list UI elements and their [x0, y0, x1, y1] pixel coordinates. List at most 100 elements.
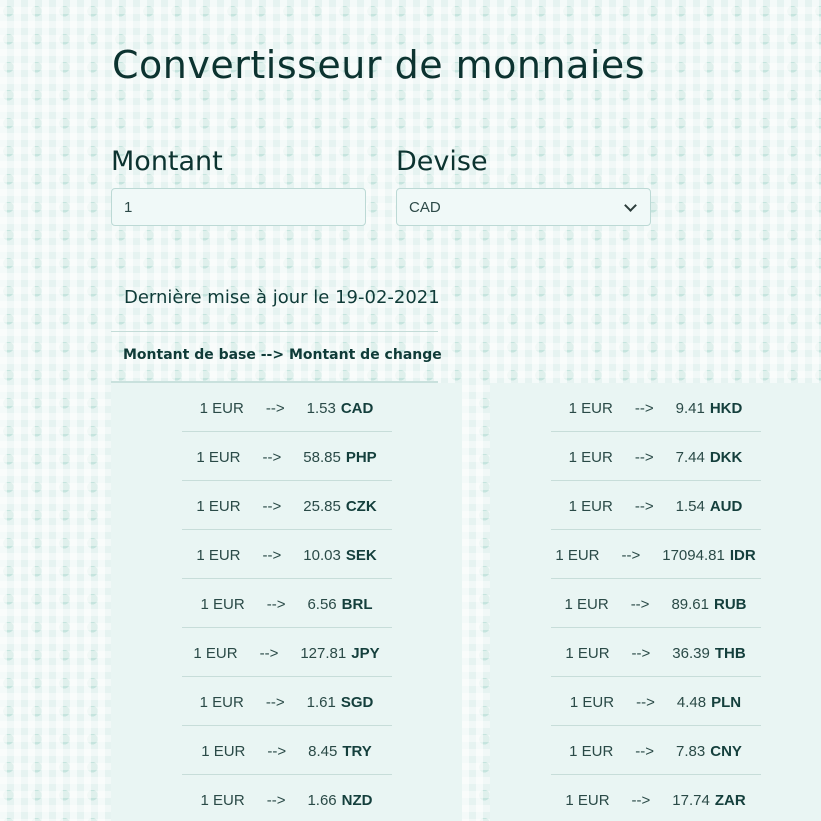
- rate-arrow: -->: [266, 595, 286, 613]
- rate-currency-code: BRL: [341, 595, 373, 613]
- rate-currency-code: JPY: [351, 644, 380, 662]
- currency-label: Devise: [396, 146, 488, 177]
- rate-currency-code: IDR: [729, 546, 756, 564]
- rate-arrow: -->: [634, 497, 654, 515]
- rate-row: 1 EUR --> 7.83 CNY: [490, 727, 821, 775]
- rate-row: 1 EUR --> 10.03 SEK: [111, 531, 462, 579]
- rate-base-amount: 1 EUR: [201, 742, 246, 760]
- rate-base-amount: 1 EUR: [568, 497, 613, 515]
- rate-base-amount: 1 EUR: [200, 595, 245, 613]
- rate-base-amount: 1 EUR: [196, 448, 241, 466]
- rate-row: 1 EUR --> 127.81 JPY: [111, 629, 462, 677]
- rate-value: 127.81: [300, 644, 347, 662]
- table-heading: Montant de base --> Montant de change: [123, 347, 442, 363]
- rate-currency-code: TRY: [342, 742, 372, 760]
- rate-value: 7.44: [675, 448, 705, 466]
- divider: [111, 331, 438, 332]
- rate-currency-code: PLN: [711, 693, 742, 711]
- rate-arrow: -->: [636, 693, 655, 711]
- rate-arrow: -->: [630, 595, 650, 613]
- rate-currency-code: SGD: [340, 693, 374, 711]
- rate-row: 1 EUR --> 8.45 TRY: [111, 727, 462, 775]
- rate-arrow: -->: [265, 693, 285, 711]
- currency-select-value: CAD: [409, 198, 441, 216]
- rate-arrow: -->: [621, 546, 641, 564]
- rate-value: 36.39: [672, 644, 710, 662]
- rate-arrow: -->: [262, 546, 282, 564]
- rate-value: 1.53: [306, 399, 336, 417]
- rate-currency-code: CNY: [710, 742, 742, 760]
- rate-value: 17094.81: [662, 546, 725, 564]
- rate-arrow: -->: [262, 497, 282, 515]
- rate-value: 1.54: [675, 497, 705, 515]
- rate-row: 1 EUR --> 1.66 NZD: [111, 776, 462, 821]
- rate-row: 1 EUR --> 36.39 THB: [490, 629, 821, 677]
- rate-value: 25.85: [303, 497, 341, 515]
- rate-value: 58.85: [303, 448, 341, 466]
- rate-currency-code: CZK: [345, 497, 377, 515]
- rate-arrow: -->: [265, 399, 285, 417]
- rate-currency-code: HKD: [709, 399, 743, 417]
- rate-base-amount: 1 EUR: [569, 742, 614, 760]
- rate-row: 1 EUR --> 17094.81 IDR: [490, 531, 821, 579]
- rate-base-amount: 1 EUR: [196, 497, 241, 515]
- amount-label: Montant: [111, 146, 223, 177]
- rate-base-amount: 1 EUR: [199, 399, 244, 417]
- rate-arrow: -->: [262, 448, 282, 466]
- rate-row: 1 EUR --> 1.53 CAD: [111, 384, 462, 432]
- rate-value: 89.61: [671, 595, 709, 613]
- rate-row: 1 EUR --> 1.54 AUD: [490, 482, 821, 530]
- rate-currency-code: ZAR: [714, 791, 746, 809]
- rate-value: 9.41: [675, 399, 705, 417]
- rate-currency-code: THB: [714, 644, 746, 662]
- rate-currency-code: PHP: [345, 448, 377, 466]
- rate-base-amount: 1 EUR: [196, 546, 241, 564]
- rate-base-amount: 1 EUR: [193, 644, 238, 662]
- rate-value: 10.03: [303, 546, 341, 564]
- rate-currency-code: AUD: [709, 497, 743, 515]
- rate-row: 1 EUR --> 6.56 BRL: [111, 580, 462, 628]
- rate-base-amount: 1 EUR: [568, 399, 613, 417]
- rate-currency-code: DKK: [709, 448, 743, 466]
- rate-base-amount: 1 EUR: [569, 693, 615, 711]
- rate-base-amount: 1 EUR: [200, 791, 245, 809]
- rate-value: 6.56: [307, 595, 337, 613]
- last-update-text: Dernière mise à jour le 19-02-2021: [124, 287, 440, 308]
- rate-row: 1 EUR --> 7.44 DKK: [490, 433, 821, 481]
- rate-base-amount: 1 EUR: [565, 644, 610, 662]
- rate-row: 1 EUR --> 4.48 PLN: [490, 678, 821, 726]
- rate-base-amount: 1 EUR: [199, 693, 244, 711]
- rate-row: 1 EUR --> 89.61 RUB: [490, 580, 821, 628]
- rate-row: 1 EUR --> 9.41 HKD: [490, 384, 821, 432]
- rate-base-amount: 1 EUR: [555, 546, 600, 564]
- rate-currency-code: SEK: [345, 546, 377, 564]
- rate-arrow: -->: [267, 742, 287, 760]
- chevron-down-icon: [624, 198, 637, 212]
- rate-arrow: -->: [634, 399, 654, 417]
- rate-row: 1 EUR --> 58.85 PHP: [111, 433, 462, 481]
- rate-arrow: -->: [259, 644, 279, 662]
- rate-currency-code: RUB: [713, 595, 747, 613]
- amount-input[interactable]: [111, 188, 366, 226]
- rate-value: 8.45: [308, 742, 338, 760]
- rate-base-amount: 1 EUR: [564, 595, 609, 613]
- rate-value: 7.83: [676, 742, 706, 760]
- rate-value: 1.66: [307, 791, 337, 809]
- rate-row: 1 EUR --> 1.61 SGD: [111, 678, 462, 726]
- rate-arrow: -->: [631, 791, 651, 809]
- rate-arrow: -->: [634, 448, 654, 466]
- currency-select[interactable]: CAD: [396, 188, 651, 226]
- rate-base-amount: 1 EUR: [565, 791, 610, 809]
- rate-row: 1 EUR --> 25.85 CZK: [111, 482, 462, 530]
- rate-arrow: -->: [635, 742, 655, 760]
- page-title: Convertisseur de monnaies: [112, 43, 646, 87]
- rate-base-amount: 1 EUR: [568, 448, 613, 466]
- rate-value: 4.48: [676, 693, 707, 711]
- rate-arrow: -->: [266, 791, 286, 809]
- rate-value: 1.61: [306, 693, 336, 711]
- rate-currency-code: CAD: [340, 399, 374, 417]
- rate-value: 17.74: [672, 791, 710, 809]
- rate-row: 1 EUR --> 17.74 ZAR: [490, 776, 821, 821]
- rate-arrow: -->: [631, 644, 651, 662]
- rate-currency-code: NZD: [341, 791, 373, 809]
